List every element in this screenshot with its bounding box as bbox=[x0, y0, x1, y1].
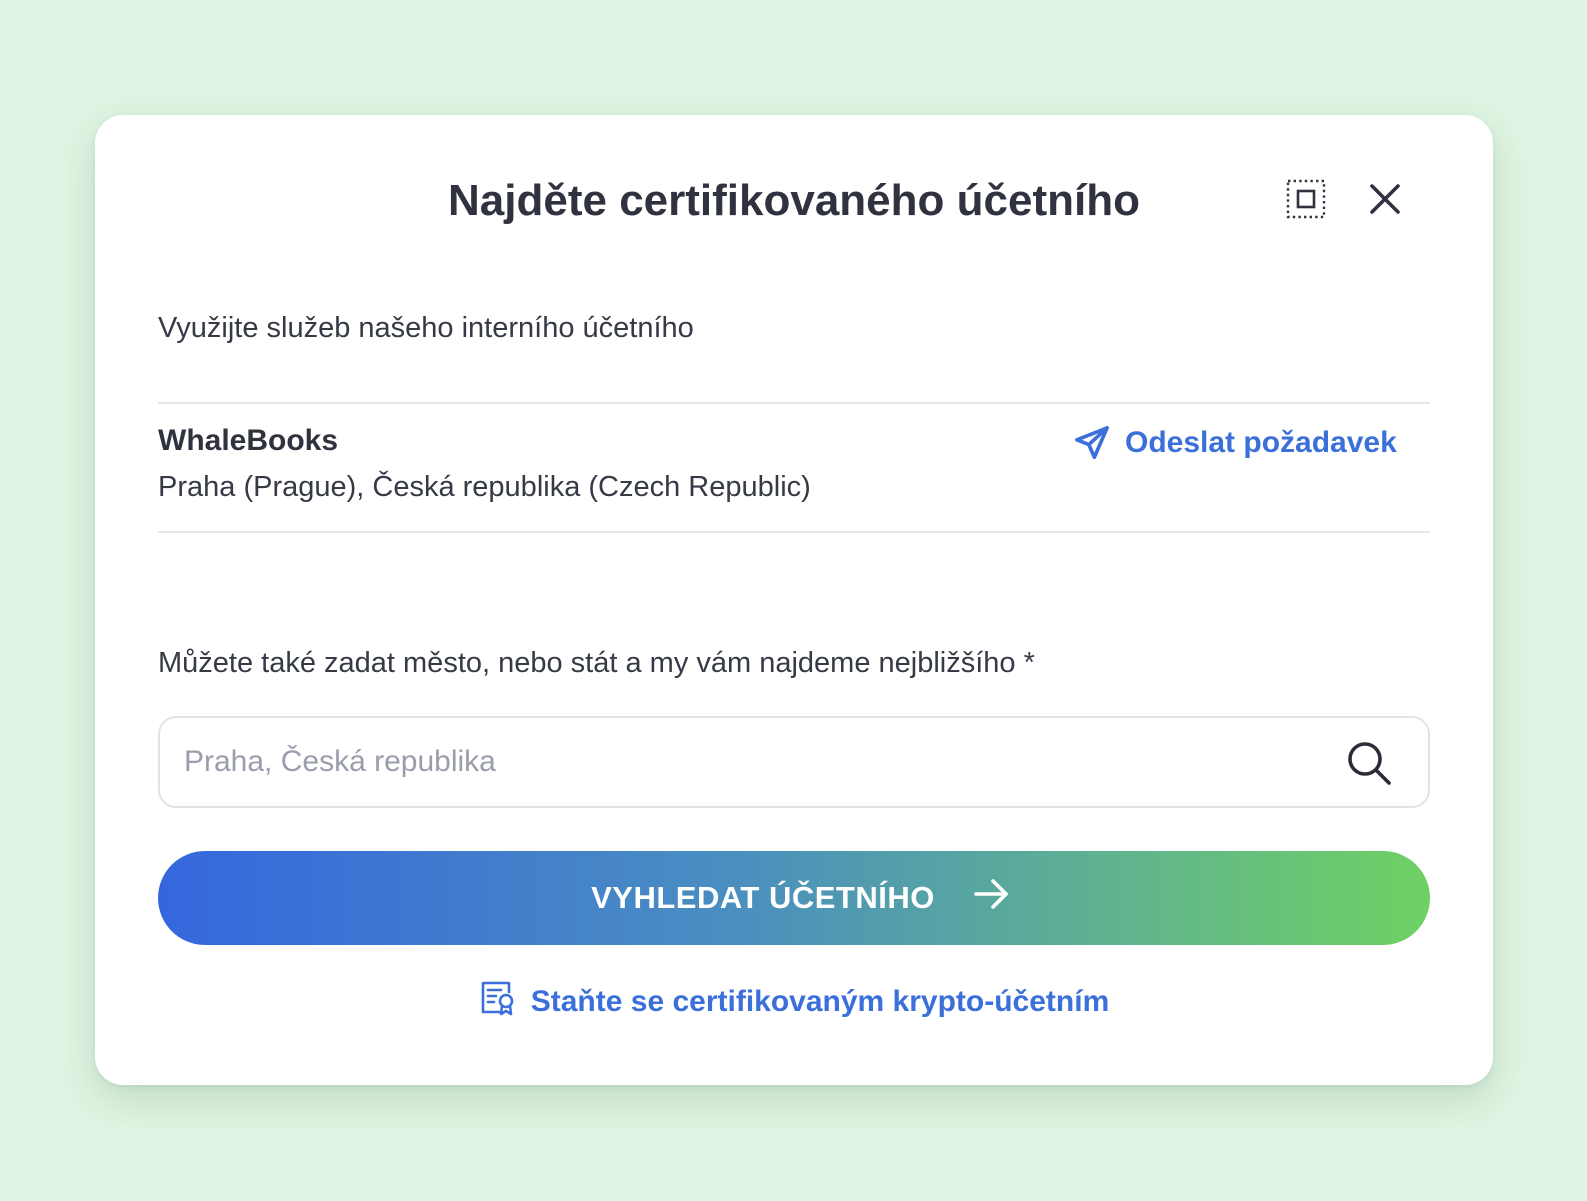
search-accountant-button[interactable]: VYHLEDAT ÚČETNÍHO bbox=[158, 851, 1430, 945]
become-certified-label: Staňte se certifikovaným krypto-účetním bbox=[530, 985, 1110, 1018]
send-request-link[interactable]: Odeslat požadavek bbox=[1073, 421, 1397, 465]
internal-accountant-intro: Využijte služeb našeho interního účetníh… bbox=[158, 312, 694, 344]
expand-frame-icon bbox=[1286, 179, 1326, 224]
close-button[interactable] bbox=[1361, 177, 1409, 225]
location-search-input[interactable] bbox=[184, 718, 1304, 806]
accountant-location: Praha (Prague), Česká republika (Czech R… bbox=[158, 471, 811, 503]
search-icon[interactable] bbox=[1346, 740, 1392, 786]
search-accountant-label: VYHLEDAT ÚČETNÍHO bbox=[591, 880, 935, 915]
close-icon bbox=[1368, 182, 1402, 221]
become-certified-link[interactable]: Staňte se certifikovaným krypto-účetním bbox=[479, 979, 1110, 1025]
find-accountant-modal: Najděte certifikovaného účetního Využijt… bbox=[95, 115, 1493, 1085]
divider bbox=[158, 531, 1430, 533]
certificate-icon bbox=[479, 979, 517, 1025]
arrow-right-icon bbox=[973, 875, 1011, 921]
accountant-name: WhaleBooks bbox=[158, 424, 339, 457]
expand-button[interactable] bbox=[1282, 177, 1330, 225]
location-field-label: Můžete také zadat město, nebo stát a my … bbox=[158, 647, 1035, 679]
send-request-label: Odeslat požadavek bbox=[1125, 426, 1397, 459]
become-certified-link-row: Staňte se certifikovaným krypto-účetním bbox=[95, 979, 1493, 1025]
divider bbox=[158, 402, 1430, 404]
paper-plane-icon bbox=[1073, 424, 1111, 462]
location-search-box bbox=[158, 716, 1430, 808]
